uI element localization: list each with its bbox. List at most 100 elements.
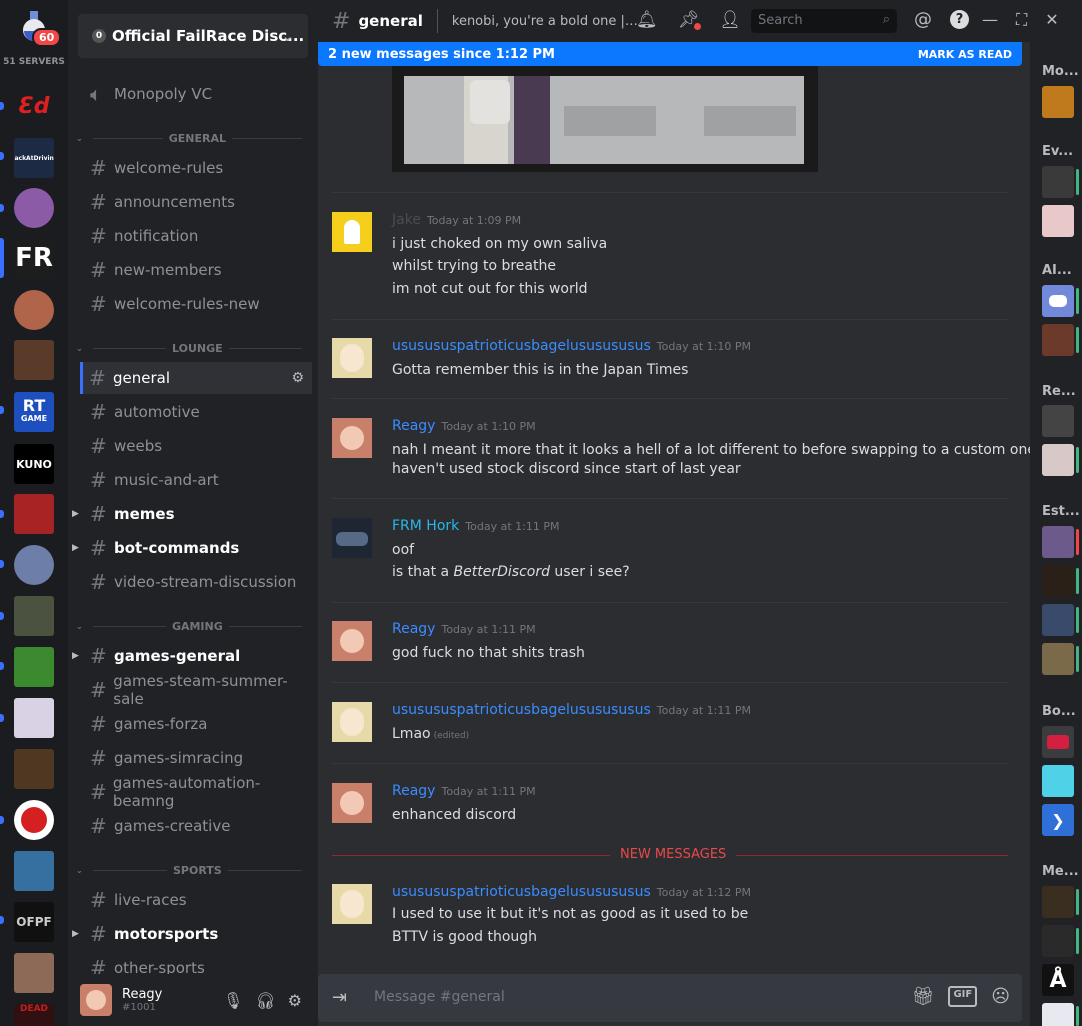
author-name[interactable]: Reagy [392, 418, 435, 434]
channel-topic[interactable]: kenobi, you're a bold one | Ge... [452, 14, 642, 29]
channel-motorsports[interactable]: ▶ # motorsports [72, 919, 312, 949]
bell-icon[interactable]: 🔔︎ [636, 10, 658, 30]
member-avatar[interactable] [1042, 166, 1074, 198]
channel-general[interactable]: # general ⚙ [80, 362, 312, 394]
microphone-icon[interactable]: 🎙︎ [223, 991, 243, 1010]
member-avatar[interactable] [1042, 444, 1074, 476]
channel-games-creative[interactable]: # games-creative [84, 811, 312, 841]
upload-icon[interactable]: ⇥ [332, 987, 347, 1008]
channel-new-members[interactable]: # new-members [84, 255, 312, 285]
gift-icon[interactable]: 🎁︎ [912, 986, 935, 1007]
server-pirate[interactable] [14, 749, 54, 789]
server-cartoon[interactable] [14, 851, 54, 891]
category-sports[interactable]: ⌄ SPORTS [76, 863, 308, 877]
author-avatar[interactable] [332, 702, 372, 742]
channel-weebs[interactable]: # weebs [84, 431, 312, 461]
member-avatar[interactable] [1042, 86, 1074, 118]
category-lounge[interactable]: ⌄ LOUNGE [76, 341, 308, 355]
new-messages-banner[interactable]: 2 new messages since 1:12 PM MARK AS REA… [318, 42, 1022, 66]
author-name[interactable]: Reagy [392, 783, 435, 799]
member-avatar[interactable] [1042, 886, 1074, 918]
user-avatar[interactable] [80, 984, 112, 1016]
guild-header[interactable]: 0 Official FailRace Disc... ⌄ [78, 14, 308, 58]
server-tree[interactable] [14, 647, 54, 687]
author-name[interactable]: FRM Hork [392, 518, 459, 534]
server-portrait[interactable] [14, 340, 54, 380]
member-avatar[interactable] [1042, 925, 1074, 957]
member-avatar[interactable] [1042, 604, 1074, 636]
member-avatar[interactable] [1042, 765, 1074, 797]
author-name[interactable]: ususususpatrioticusbagelususususus [392, 702, 651, 718]
author-avatar[interactable] [332, 884, 372, 924]
minimize-icon[interactable]: — [982, 10, 998, 30]
server-dead[interactable]: DEAD [14, 1004, 54, 1026]
member-avatar[interactable] [1042, 565, 1074, 597]
author-avatar[interactable] [332, 621, 372, 661]
member-avatar[interactable]: ❯ [1042, 804, 1074, 836]
channel-memes[interactable]: ▶ # memes [72, 499, 312, 529]
member-avatar[interactable] [1042, 285, 1074, 317]
gear-icon[interactable]: ⚙ [291, 370, 304, 386]
channel-bot-commands[interactable]: ▶ # bot-commands [72, 533, 312, 563]
author-avatar[interactable] [332, 212, 372, 252]
category-gaming[interactable]: ⌄ GAMING [76, 619, 308, 633]
author-avatar[interactable] [332, 338, 372, 378]
mentions-icon[interactable]: @ [914, 9, 932, 30]
author-name[interactable]: ususususpatrioticusbagelususususus [392, 338, 651, 354]
category-general[interactable]: ⌄ GENERAL [76, 131, 308, 145]
author-avatar[interactable] [332, 518, 372, 558]
emoji-icon[interactable]: ☹ [991, 986, 1010, 1007]
server-ofpf[interactable]: OFPF [14, 902, 54, 942]
channel-games-simracing[interactable]: # games-simracing [84, 743, 312, 773]
server-soldier[interactable] [14, 596, 54, 636]
member-avatar[interactable] [1042, 643, 1074, 675]
search-input[interactable]: Search ⌕ [751, 9, 897, 33]
pin-icon[interactable]: 📌︎ [678, 10, 702, 30]
member-avatar[interactable]: Å [1042, 964, 1074, 996]
channel-games-steam-summer-sale[interactable]: # games-steam-summer-sale [84, 672, 312, 708]
channel-live-races[interactable]: # live-races [84, 885, 312, 915]
member-avatar[interactable] [1042, 324, 1074, 356]
channel-welcome-rules-new[interactable]: # welcome-rules-new [84, 289, 312, 319]
voice-channel-monopoly[interactable]: 🔈︎ Monopoly VC [84, 79, 312, 109]
attached-image[interactable] [392, 66, 818, 172]
member-avatar[interactable] [1042, 1003, 1074, 1026]
gear-icon[interactable]: ⚙ [288, 991, 302, 1010]
close-icon[interactable]: ✕ [1045, 10, 1058, 30]
help-icon[interactable]: ? [950, 10, 969, 29]
member-avatar[interactable] [1042, 526, 1074, 558]
message-composer[interactable]: ⇥ Message #general 🎁︎ GIF ☹ [318, 974, 1022, 1022]
server-orange[interactable] [14, 290, 54, 330]
channel-announcements[interactable]: # announcements [84, 187, 312, 217]
message-input[interactable]: Message #general [374, 989, 505, 1005]
channel-automotive[interactable]: # automotive [84, 397, 312, 427]
server-anime-face[interactable] [14, 698, 54, 738]
server-spiderman[interactable] [14, 494, 54, 534]
server-backattdriving[interactable]: BackAtDriving [14, 138, 54, 178]
author-name[interactable]: Reagy [392, 621, 435, 637]
maximize-icon[interactable]: ⛶ [1016, 10, 1027, 30]
gif-button[interactable]: GIF [948, 986, 978, 1007]
server-kuno[interactable]: KUNO [14, 444, 54, 484]
member-avatar[interactable] [1042, 405, 1074, 437]
member-avatar[interactable] [1042, 726, 1074, 758]
channel-games-general[interactable]: ▶ # games-general [72, 641, 312, 671]
server-ed[interactable]: Ɛd [14, 86, 54, 126]
server-anime[interactable] [14, 545, 54, 585]
headphones-icon[interactable]: 🎧︎ [255, 991, 275, 1010]
members-icon[interactable]: 👤︎ [719, 10, 741, 30]
channel-video-stream-discussion[interactable]: # video-stream-discussion [84, 567, 312, 597]
author-name[interactable]: ususususpatrioticusbagelususususus [392, 884, 651, 900]
author-name[interactable]: Jake [392, 212, 421, 228]
server-rtgame[interactable]: RT GAME [14, 392, 54, 432]
channel-welcome-rules[interactable]: # welcome-rules [84, 153, 312, 183]
member-avatar[interactable] [1042, 205, 1074, 237]
server-red-face[interactable] [14, 800, 54, 840]
mark-as-read-button[interactable]: MARK AS READ [918, 48, 1012, 61]
server-purple[interactable] [14, 188, 54, 228]
channel-notification[interactable]: # notification [84, 221, 312, 251]
channel-music-and-art[interactable]: # music-and-art [84, 465, 312, 495]
author-avatar[interactable] [332, 418, 372, 458]
channel-games-automation-beamng[interactable]: # games-automation-beamng [84, 774, 312, 810]
channel-games-forza[interactable]: # games-forza [84, 709, 312, 739]
